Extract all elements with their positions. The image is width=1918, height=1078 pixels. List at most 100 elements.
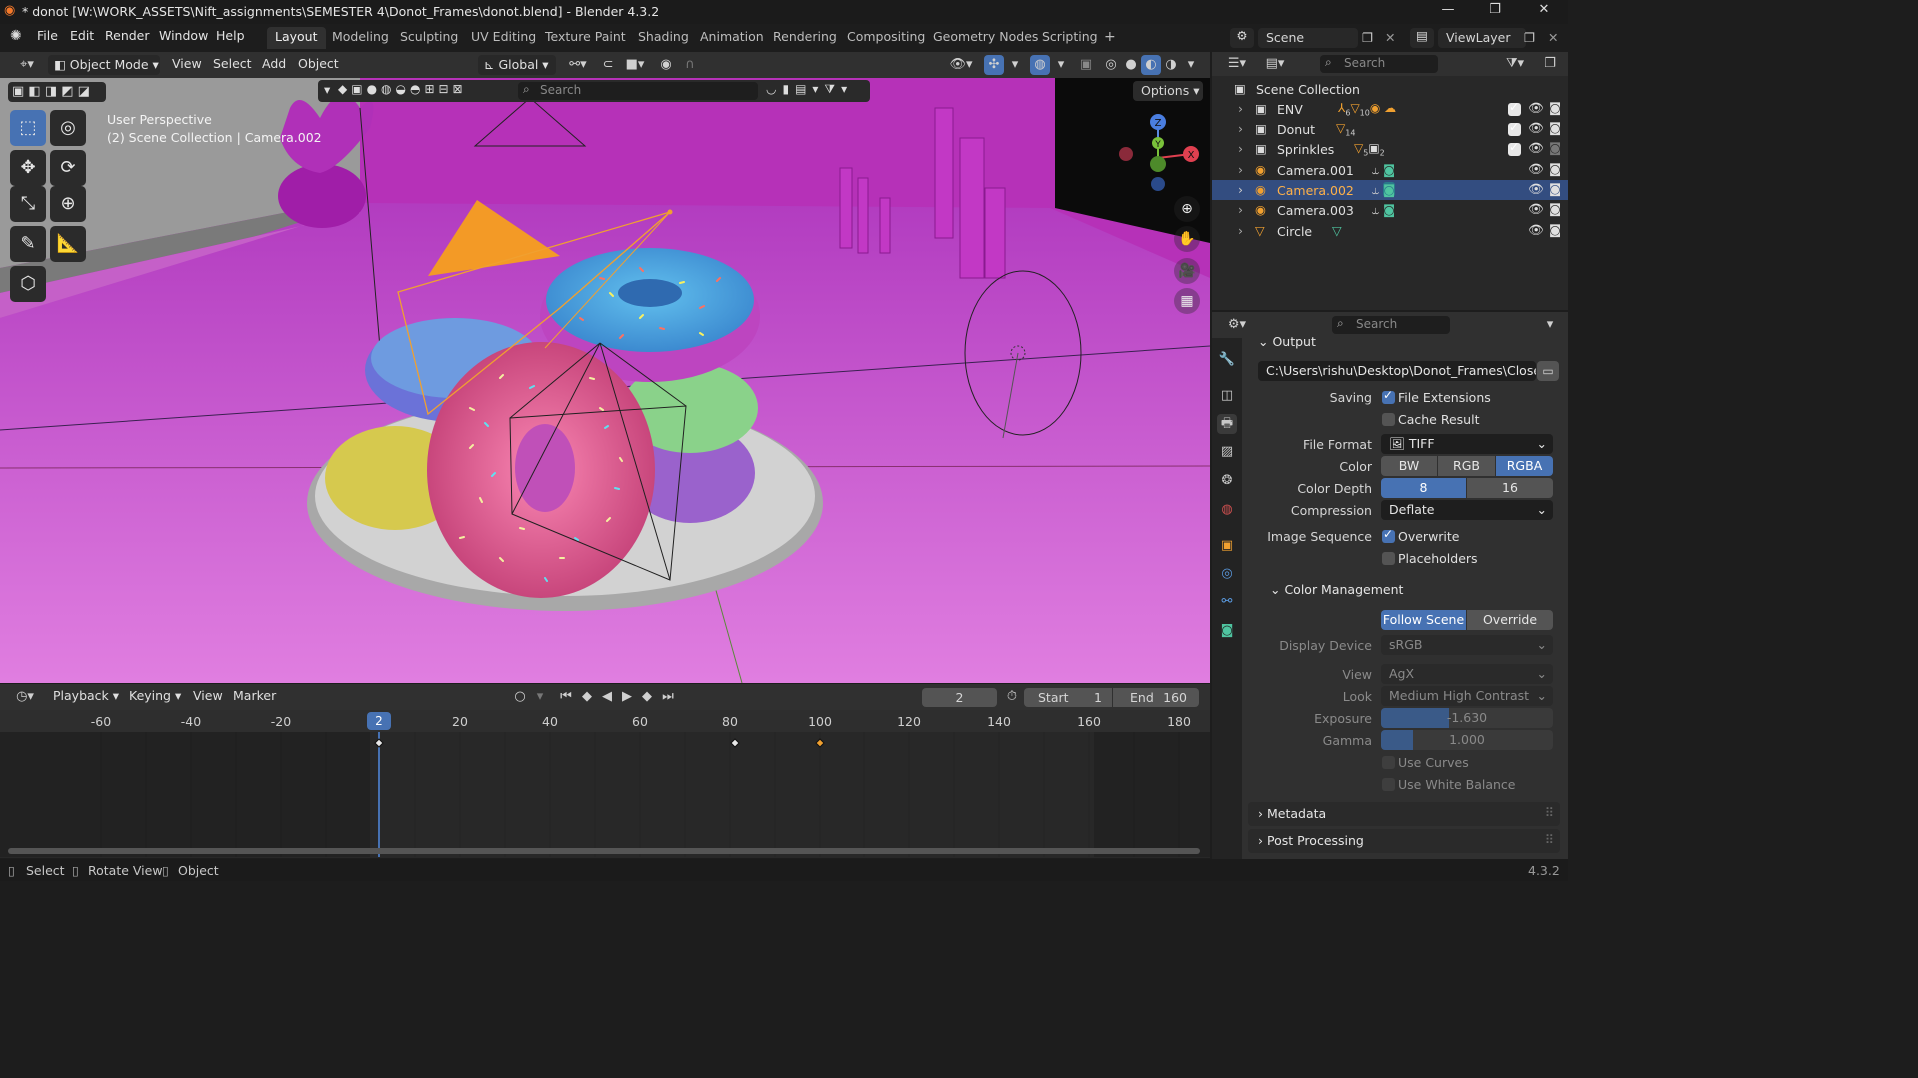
options-button[interactable]: Options ▾ — [1133, 81, 1203, 101]
measure-tool[interactable]: 📐 — [50, 226, 86, 262]
menu-playback[interactable]: Playback ▾ — [53, 688, 119, 703]
color-management-header[interactable]: ⌄ Color Management — [1270, 582, 1403, 597]
outliner-search-field[interactable]: ⌕ Search — [1320, 55, 1438, 73]
filter-search-field[interactable]: ⌕ Search — [518, 82, 758, 100]
overwrite-checkbox[interactable] — [1382, 527, 1395, 543]
scene-name-field[interactable]: Scene — [1258, 28, 1358, 48]
expand-icon[interactable]: › — [1238, 202, 1243, 217]
folder-icon[interactable]: ▭ — [1537, 361, 1559, 381]
menu-help[interactable]: Help — [216, 28, 245, 43]
stopwatch-icon[interactable]: ⏱ — [1002, 687, 1022, 707]
timeline-scrollbar[interactable] — [8, 848, 1200, 854]
end-frame-field[interactable]: End 160 — [1113, 688, 1199, 707]
prev-keyframe-icon[interactable]: ◆ — [577, 687, 597, 707]
start-frame-field[interactable]: Start 1 — [1024, 688, 1112, 707]
filter-collapse-icon[interactable]: ▾ — [324, 82, 330, 97]
outliner-item-donut[interactable]: › ▣ Donut ▽14 👁 ◙ — [1212, 119, 1568, 139]
jump-start-icon[interactable]: ⏮ — [556, 687, 576, 707]
rendered-shading-icon[interactable]: ◑ — [1161, 55, 1181, 75]
camera-render-icon[interactable]: ◙ — [1549, 120, 1561, 135]
menu-file[interactable]: File — [37, 28, 58, 43]
pan-hand-icon[interactable]: ✋ — [1174, 226, 1200, 252]
gizmo-dropdown-icon[interactable]: ▾ — [1005, 55, 1025, 75]
menu-view[interactable]: View — [172, 56, 202, 71]
scene-selector-icon[interactable]: ⚙ — [1230, 28, 1254, 48]
color-bw-option[interactable]: BW — [1381, 456, 1437, 476]
follow-scene-option[interactable]: Follow Scene — [1381, 610, 1466, 630]
camera-render-icon[interactable]: ◙ — [1549, 140, 1561, 155]
eye-icon[interactable]: 👁 — [1528, 222, 1544, 238]
object-tab-icon[interactable]: ▣ — [1217, 536, 1237, 556]
output-tab-icon[interactable]: 🖶 — [1217, 414, 1237, 434]
cursor-tool[interactable]: ◎ — [50, 110, 86, 146]
gizmo-toggle-icon[interactable]: ✣ — [984, 55, 1004, 75]
eye-icon[interactable]: 👁 — [1528, 161, 1544, 177]
play-reverse-icon[interactable]: ◀ — [597, 687, 617, 707]
timeline-body[interactable]: -60 -40 -20 20 40 60 80 100 120 140 160 … — [0, 710, 1210, 858]
outliner-item-camera-001[interactable]: › ◉ Camera.001 ⥿ ◙ 👁 ◙ — [1212, 160, 1568, 180]
camera-render-icon[interactable]: ◙ — [1549, 181, 1561, 196]
xray-icon[interactable]: ▣ — [1076, 55, 1096, 75]
visibility-icon[interactable]: 👁▾ — [946, 55, 976, 75]
tab-shading[interactable]: Shading — [630, 27, 697, 49]
view-layer-field[interactable]: ViewLayer — [1438, 28, 1526, 48]
outliner-item-env[interactable]: › ▣ ENV ⅄6▽10◉ ☁ 👁 ◙ — [1212, 99, 1568, 119]
expand-icon[interactable]: › — [1238, 101, 1243, 116]
display-mode-icon[interactable]: ▤▾ — [1260, 54, 1290, 74]
eye-icon[interactable]: 👁 — [1528, 140, 1544, 156]
delete-view-layer-icon[interactable]: ✕ — [1548, 30, 1558, 45]
filter-extra-icons[interactable]: ◡▮▤▾⧩▾ — [766, 82, 853, 97]
exclude-checkbox[interactable] — [1508, 140, 1521, 156]
wireframe-shading-icon[interactable]: ◎ — [1101, 55, 1121, 75]
color-rgb-option[interactable]: RGB — [1438, 456, 1495, 476]
zoom-icon[interactable]: ⊕ — [1174, 196, 1200, 222]
drag-handle-icon[interactable]: ⠿ — [1545, 805, 1554, 820]
file-format-dropdown[interactable]: 🖼 TIFF ⌄ — [1381, 434, 1553, 454]
exclude-checkbox[interactable] — [1508, 120, 1521, 136]
new-view-layer-icon[interactable]: ❐ — [1524, 30, 1535, 45]
eye-icon[interactable]: 👁 — [1528, 181, 1544, 197]
minimize-button[interactable]: — — [1428, 2, 1468, 22]
outliner-item-sprinkles[interactable]: › ▣ Sprinkles ▽5▣2 👁 ◙ — [1212, 139, 1568, 159]
transform-tool[interactable]: ⊕ — [50, 186, 86, 222]
tab-layout[interactable]: Layout — [267, 27, 326, 49]
blender-menu-icon[interactable]: ✺ — [10, 28, 22, 44]
camera-render-icon[interactable]: ◙ — [1549, 222, 1561, 237]
delete-scene-icon[interactable]: ✕ — [1385, 30, 1395, 45]
maximize-button[interactable]: ❐ — [1475, 2, 1515, 22]
outliner-item-camera-002[interactable]: › ◉ Camera.002 ⥿ ◙ 👁 ◙ — [1212, 180, 1568, 200]
scene-tab-icon[interactable]: ❂ — [1217, 471, 1237, 491]
proportional-edit-icon[interactable]: ◉ — [656, 55, 676, 75]
output-path-field[interactable]: C:\Users\rishu\Desktop\Donot_Frames\Clos… — [1258, 361, 1536, 381]
3d-viewport[interactable]: ▣ ◧ ◨ ◩ ◪ ⬚ ◎ ✥ ⟳ ⤡ ⊕ ✎ 📐 ⬡ User Perspec… — [0, 78, 1210, 683]
jump-end-icon[interactable]: ⏭ — [658, 687, 678, 707]
tab-modeling[interactable]: Modeling — [324, 27, 397, 49]
color-rgba-option[interactable]: RGBA — [1496, 456, 1553, 476]
world-tab-icon[interactable]: ◍ — [1217, 500, 1237, 520]
camera-view-icon[interactable]: 🎥 — [1174, 258, 1200, 284]
snap-target-icon[interactable]: ■▾ — [620, 55, 650, 75]
post-processing-panel-header[interactable]: › Post Processing ⠿ — [1248, 829, 1560, 853]
file-extensions-checkbox[interactable] — [1382, 388, 1395, 404]
eye-icon[interactable]: 👁 — [1528, 201, 1544, 217]
play-icon[interactable]: ▶ — [617, 687, 637, 707]
filter-type-icons[interactable]: ◆▣●◍◒◓⊞⊟⊠ — [338, 82, 467, 96]
pivot-point-icon[interactable]: ⚯▾ — [563, 55, 593, 75]
tab-geometry-nodes[interactable]: Geometry Nodes — [925, 27, 1046, 49]
eye-icon[interactable]: 👁 — [1528, 120, 1544, 136]
menu-timeline-view[interactable]: View — [193, 688, 223, 703]
next-keyframe-icon[interactable]: ◆ — [637, 687, 657, 707]
eye-icon[interactable]: 👁 — [1528, 100, 1544, 116]
camera-render-icon[interactable]: ◙ — [1549, 201, 1561, 216]
current-frame-field[interactable]: 2 — [922, 688, 997, 707]
menu-keying[interactable]: Keying ▾ — [129, 688, 181, 703]
menu-select[interactable]: Select — [213, 56, 252, 71]
falloff-icon[interactable]: ∩ — [680, 55, 700, 75]
expand-icon[interactable]: › — [1238, 223, 1243, 238]
auto-keying-icon[interactable]: ○ — [510, 687, 530, 707]
expand-icon[interactable]: › — [1238, 121, 1243, 136]
rotate-tool[interactable]: ⟳ — [50, 150, 86, 186]
metadata-panel-header[interactable]: › Metadata ⠿ — [1248, 802, 1560, 826]
color-depth-8-option[interactable]: 8 — [1381, 478, 1466, 498]
output-section-header[interactable]: ⌄ Output — [1258, 334, 1316, 349]
